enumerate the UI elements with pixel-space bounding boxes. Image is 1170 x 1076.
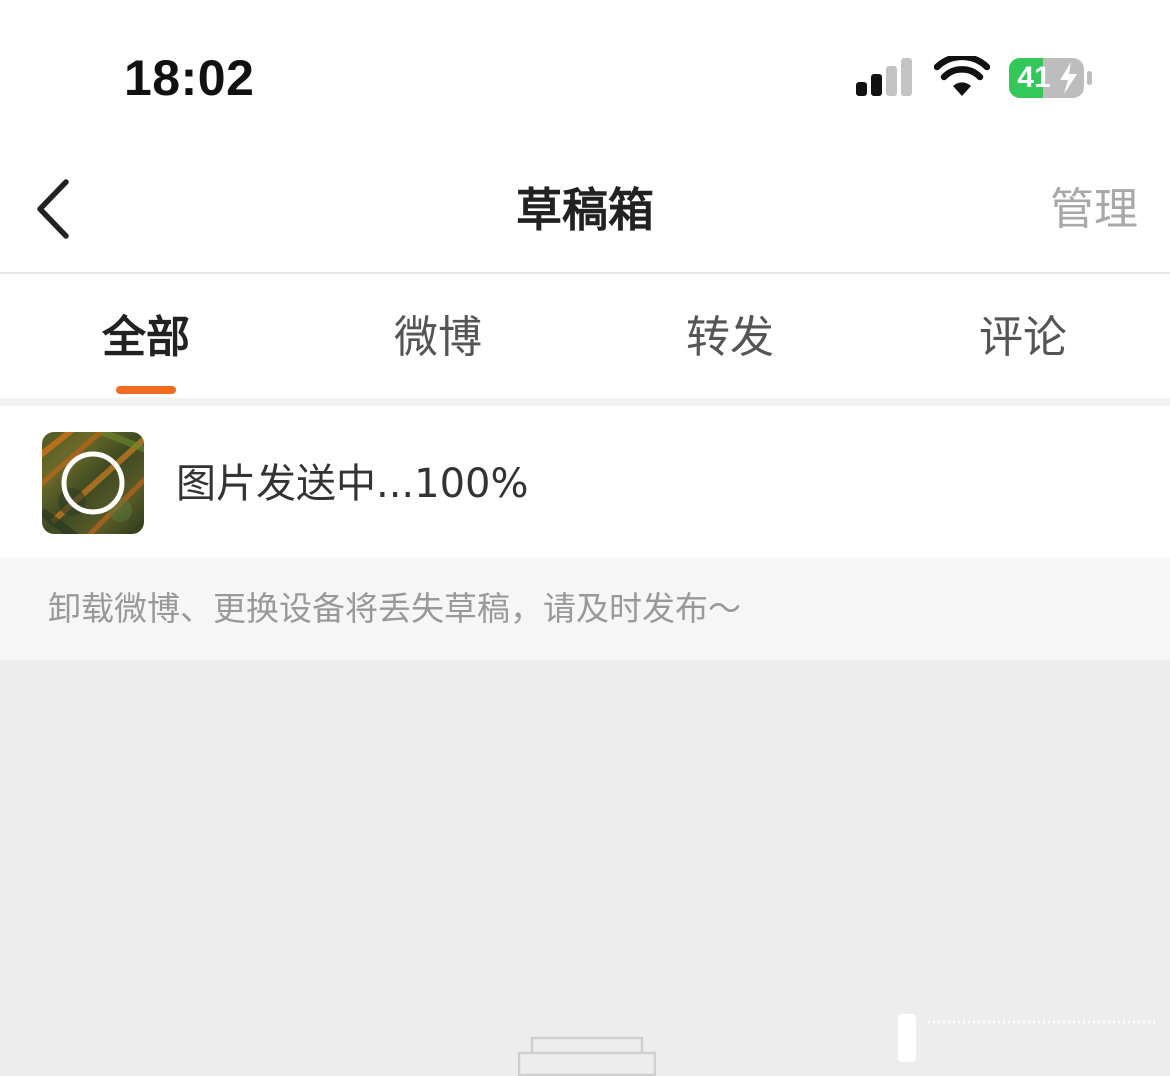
- status-time: 18:02: [124, 50, 255, 106]
- page-title: 草稿箱: [516, 183, 654, 237]
- hint-text: 卸载微博、更换设备将丢失草稿，请及时发布～: [48, 589, 741, 628]
- wifi-icon: [934, 56, 990, 96]
- navigation-bar: 草稿箱 管理: [0, 150, 1170, 274]
- empty-area: [0, 660, 1170, 1076]
- upload-progress-ring-icon: [61, 451, 125, 515]
- home-indicator: [898, 1014, 1156, 1062]
- draft-status-text: 图片发送中...100%: [176, 461, 529, 507]
- tab-repost[interactable]: 转发: [630, 308, 830, 368]
- hint-bar: 卸载微博、更换设备将丢失草稿，请及时发布～: [0, 558, 1170, 660]
- tab-bar: 全部 微博 转发 评论: [0, 274, 1170, 398]
- draft-item[interactable]: 图片发送中...100%: [0, 406, 1170, 558]
- battery-percentage: 41: [1017, 61, 1051, 94]
- active-tab-indicator: [116, 386, 176, 394]
- empty-state-illustration: [518, 1036, 656, 1076]
- status-bar: 18:02 41: [0, 0, 1170, 150]
- draft-thumbnail: [42, 432, 144, 534]
- tab-weibo[interactable]: 微博: [338, 308, 538, 368]
- cellular-signal-icon: [856, 58, 914, 96]
- divider: [0, 398, 1170, 406]
- manage-button[interactable]: 管理: [1050, 180, 1138, 240]
- tab-all[interactable]: 全部: [46, 308, 246, 368]
- tab-comment[interactable]: 评论: [923, 308, 1123, 368]
